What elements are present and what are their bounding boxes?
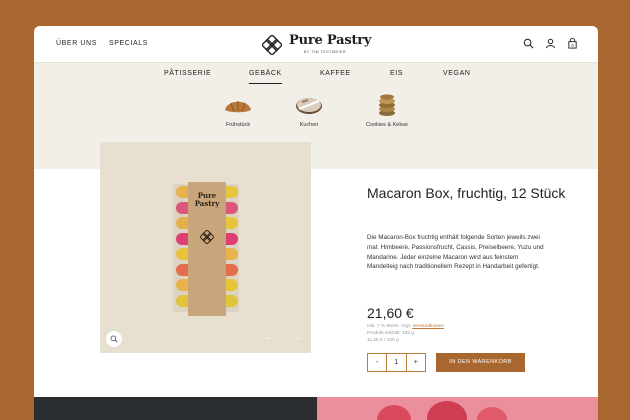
cookies-icon bbox=[379, 94, 395, 116]
teaser-image-left[interactable] bbox=[34, 397, 317, 420]
product-description: Die Macaron-Box fruchtig enthält folgend… bbox=[367, 234, 544, 271]
logo-subtitle: BY TIM TESTMEIER bbox=[304, 50, 347, 54]
tab-gebaeck[interactable]: GEBÄCK bbox=[249, 70, 282, 84]
croissant-icon bbox=[225, 101, 251, 113]
shipping-link[interactable]: Versandkosten bbox=[412, 324, 444, 329]
tab-kaffee[interactable]: KAFFEE bbox=[320, 70, 351, 77]
next-image-arrow-icon[interactable]: → bbox=[292, 332, 302, 343]
quantity-input[interactable]: 1 bbox=[386, 354, 407, 371]
svg-text:0: 0 bbox=[571, 43, 574, 48]
subcategory-cookies[interactable]: Cookies & Kekse bbox=[352, 93, 422, 128]
box-logo-icon bbox=[200, 230, 214, 244]
subcategory-fruehstueck[interactable]: Frühstück bbox=[203, 93, 273, 128]
tab-eis[interactable]: EIS bbox=[390, 70, 403, 77]
box-label: Pure Pastry bbox=[194, 191, 220, 208]
subcategory-label: Cookies & Kekse bbox=[366, 122, 408, 128]
quantity-plus-button[interactable]: + bbox=[407, 354, 425, 371]
product-image[interactable]: Pure Pastry ← → bbox=[100, 142, 311, 353]
prev-image-arrow-icon[interactable]: ← bbox=[264, 332, 274, 343]
search-icon[interactable] bbox=[523, 38, 534, 49]
base-price: 11,25 € / 100 g bbox=[367, 337, 399, 343]
tab-vegan[interactable]: VEGAN bbox=[443, 70, 471, 77]
site-header: ÜBER UNS SPECIALS Pure Pastry BY TIM TES… bbox=[34, 26, 598, 62]
tab-patisserie[interactable]: PÂTISSERIE bbox=[164, 70, 211, 77]
logo-knot-icon bbox=[262, 35, 282, 55]
content-note: Produkt enthält: 192 g bbox=[367, 330, 414, 336]
top-nav: ÜBER UNS SPECIALS bbox=[56, 40, 148, 47]
zoom-icon bbox=[110, 335, 118, 343]
cake-icon bbox=[296, 98, 322, 114]
subcategory-label: Kuchen bbox=[299, 122, 319, 128]
product-title: Macaron Box, fruchtig, 12 Stück bbox=[367, 185, 566, 201]
subcategory-kuchen[interactable]: Kuchen bbox=[274, 93, 344, 128]
quantity-stepper: - 1 + bbox=[367, 353, 426, 372]
nav-link-specials[interactable]: SPECIALS bbox=[109, 40, 148, 47]
cart-icon[interactable]: 0 bbox=[567, 38, 578, 49]
subcategory-label: Frühstück bbox=[225, 122, 251, 128]
teaser-image-right[interactable] bbox=[317, 397, 598, 420]
browser-window: ÜBER UNS SPECIALS Pure Pastry BY TIM TES… bbox=[34, 26, 598, 420]
header-icons: 0 bbox=[523, 38, 578, 49]
nav-link-about[interactable]: ÜBER UNS bbox=[56, 40, 97, 47]
quantity-minus-button[interactable]: - bbox=[368, 354, 386, 371]
zoom-button[interactable] bbox=[106, 331, 122, 347]
logo-title: Pure Pastry bbox=[289, 33, 372, 48]
site-logo[interactable]: Pure Pastry BY TIM TESTMEIER bbox=[262, 33, 372, 57]
box-sleeve: Pure Pastry bbox=[188, 182, 226, 316]
user-icon[interactable] bbox=[545, 38, 556, 49]
product-price: 21,60 € bbox=[367, 305, 414, 321]
add-to-cart-button[interactable]: IN DEN WARENKORB bbox=[436, 353, 525, 372]
price-meta: inkl. 7 % MwSt. zzgl. Versandkosten Prod… bbox=[367, 324, 444, 344]
tax-note: inkl. 7 % MwSt. zzgl. bbox=[367, 324, 411, 329]
category-nav: PÂTISSERIE GEBÄCK KAFFEE EIS VEGAN bbox=[34, 62, 598, 85]
